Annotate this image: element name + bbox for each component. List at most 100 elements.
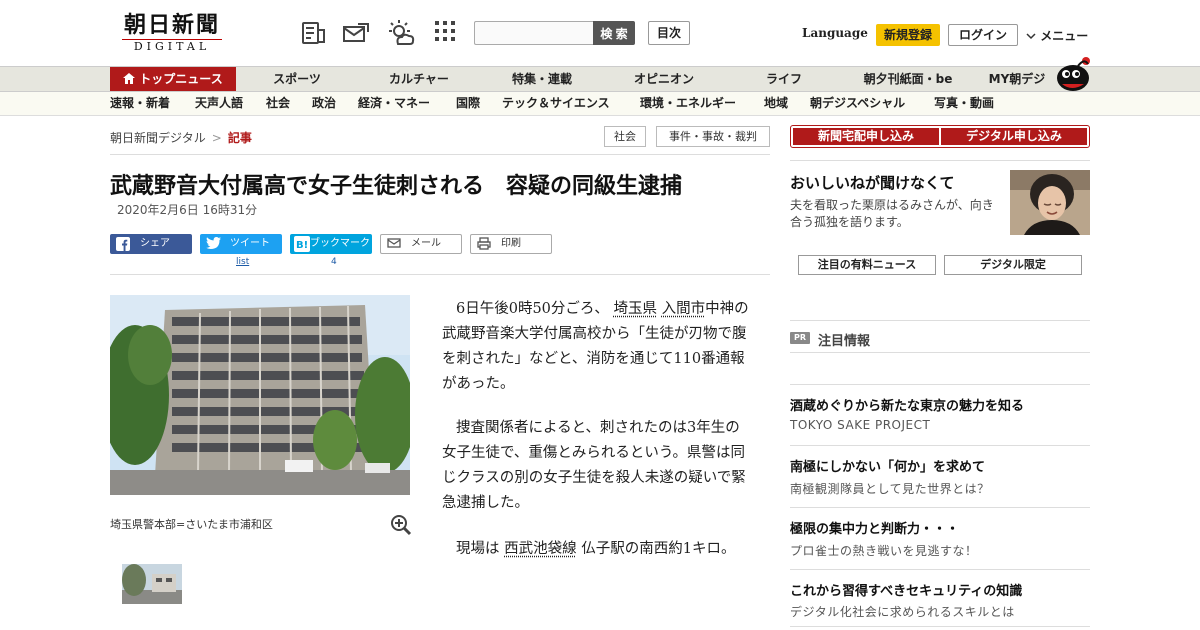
search-button[interactable]: 検 索 — [593, 21, 635, 45]
nav-opinion[interactable]: オピニオン — [624, 67, 704, 91]
mascot-icon[interactable] — [1052, 54, 1092, 92]
nav-features[interactable]: 特集・連載 — [502, 67, 582, 91]
divider — [110, 154, 770, 155]
printer-icon — [477, 237, 491, 257]
nav-label: トップニュース — [139, 72, 223, 86]
nav2-politics[interactable]: 政治 — [312, 92, 336, 115]
mail-icon[interactable] — [342, 20, 369, 46]
nav-my-asadigi[interactable]: MY朝デジ — [982, 67, 1052, 91]
twitter-share-button[interactable]: ツイート — [200, 234, 282, 254]
chevron-down-icon — [1026, 29, 1040, 43]
nav2-society[interactable]: 社会 — [266, 92, 290, 115]
breadcrumb-home[interactable]: 朝日新聞デジタル — [110, 131, 206, 145]
facebook-icon — [116, 237, 130, 259]
paragraph-text: 仏子駅の南西約1キロ。 — [581, 541, 736, 557]
site-logo[interactable]: 朝日新聞 DIGITAL — [112, 12, 232, 54]
home-icon — [123, 68, 136, 92]
link-seibu-ikebukuro[interactable]: 西武池袋線 — [504, 541, 577, 557]
nav-life[interactable]: ライフ — [756, 67, 812, 91]
tag-incident[interactable]: 事件・事故・裁判 — [656, 126, 770, 147]
subscribe-box: 新聞宅配申し込み デジタル申し込み — [790, 125, 1090, 148]
article-paragraph: 6日午後0時50分ごろ、 埼玉県 入間市中神の武蔵野音楽大学付属高校から「生徒が… — [442, 297, 754, 397]
pr-item-title[interactable]: 酒蔵めぐりから新たな東京の魅力を知る — [790, 395, 1024, 414]
divider — [110, 274, 770, 275]
nav2-special[interactable]: 朝デジスペシャル — [810, 92, 905, 115]
nav2-breaking[interactable]: 速報・新着 — [110, 92, 170, 115]
svg-text:B!: B! — [296, 240, 308, 251]
breadcrumb-separator: > — [211, 131, 222, 145]
contents-button[interactable]: 目次 — [648, 21, 690, 45]
paragraph-text: 現場は — [456, 541, 500, 557]
nav2-environment[interactable]: 環境・エネルギー — [640, 92, 736, 115]
twitter-icon — [206, 237, 221, 258]
article-paragraph: 現場は 西武池袋線 仏子駅の南西約1キロ。 — [442, 537, 754, 562]
nav2-economy[interactable]: 経済・マネー — [358, 92, 430, 115]
paid-news-tab[interactable]: 注目の有料ニュース — [798, 255, 936, 275]
search-input[interactable] — [474, 21, 594, 45]
subscribe-digital-button[interactable]: デジタル申し込み — [941, 128, 1087, 145]
divider — [790, 626, 1090, 627]
article-paragraph: 捜査関係者によると、刺されたのは3年生の女子生徒で、重傷とみられるという。県警は… — [442, 420, 746, 511]
nav2-tech[interactable]: テック＆サイエンス — [502, 92, 610, 115]
newspaper-icon[interactable] — [300, 20, 326, 46]
menu-button[interactable]: メニュー — [1026, 27, 1088, 44]
print-label: 印刷 — [501, 238, 521, 249]
feature-photo[interactable] — [1010, 170, 1090, 235]
pr-item-subtitle: プロ雀士の熱き戦いを見逃すな！ — [790, 544, 978, 558]
nav2-tenseijingo[interactable]: 天声人語 — [195, 92, 243, 115]
facebook-share-label: シェア — [140, 238, 170, 249]
hatena-bookmark-button[interactable]: B! ブックマーク — [290, 234, 372, 254]
tag-society[interactable]: 社会 — [604, 126, 646, 147]
hatena-count[interactable]: 4 — [331, 257, 337, 267]
zoom-in-icon[interactable] — [390, 514, 412, 540]
language-link[interactable]: Language — [802, 26, 868, 40]
pr-item-title[interactable]: 南極にしかない「何か」を求めて — [790, 456, 985, 475]
divider — [790, 384, 1090, 385]
facebook-share-button[interactable]: シェア — [110, 234, 192, 254]
nav-sports[interactable]: スポーツ — [258, 67, 336, 91]
nav2-photo-video[interactable]: 写真・動画 — [934, 92, 994, 115]
grid-icon[interactable] — [434, 20, 460, 46]
photo-thumbnail[interactable] — [122, 564, 182, 604]
print-button[interactable]: 印刷 — [470, 234, 552, 254]
divider — [790, 507, 1090, 508]
nav-paper[interactable]: 朝夕刊紙面・be — [856, 67, 960, 91]
mail-icon — [387, 237, 401, 256]
hatena-bookmark-label: ブックマーク — [310, 238, 370, 249]
twitter-count[interactable]: list — [236, 257, 249, 267]
divider — [790, 160, 1090, 161]
article-date: 2020年2月6日 16時31分 — [117, 203, 258, 217]
pr-item-subtitle: TOKYO SAKE PROJECT — [790, 418, 931, 432]
feature-description: 夫を看取った栗原はるみさんが、向き合う孤独を語ります。 — [790, 198, 994, 229]
divider — [790, 569, 1090, 570]
nav-top-news[interactable]: トップニュース — [110, 67, 236, 91]
hatena-icon: B! — [294, 236, 310, 260]
mail-share-button[interactable]: メール — [380, 234, 462, 254]
pr-section-title: 注目情報 — [818, 334, 871, 349]
pr-item-title[interactable]: 極限の集中力と判断力・・・ — [790, 518, 959, 537]
twitter-share-label: ツイート — [230, 238, 270, 249]
signup-button[interactable]: 新規登録 — [876, 24, 940, 46]
link-saitama[interactable]: 埼玉県 — [614, 301, 658, 317]
pr-item-subtitle: デジタル化社会に求められるスキルとは — [790, 605, 1015, 619]
login-button[interactable]: ログイン — [948, 24, 1018, 46]
article-headline: 武蔵野音大付属高で女子生徒刺される 容疑の同級生逮捕 — [110, 174, 683, 199]
pr-badge: PR — [790, 332, 810, 344]
breadcrumb: 朝日新聞デジタル > 記事 — [110, 129, 252, 146]
link-iruma[interactable]: 入間市 — [662, 301, 706, 317]
paragraph-text: 6日午後0時50分ごろ、 — [456, 301, 609, 317]
menu-label: メニュー — [1040, 29, 1089, 43]
digital-only-tab[interactable]: デジタル限定 — [944, 255, 1082, 275]
subscribe-paper-button[interactable]: 新聞宅配申し込み — [793, 128, 939, 145]
nav2-region[interactable]: 地域 — [764, 92, 788, 115]
divider — [790, 320, 1090, 321]
feature-title[interactable]: おいしいねが聞けなくて — [790, 172, 955, 193]
pr-item-subtitle: 南極観測隊員として見た世界とは？ — [790, 482, 990, 496]
article-photo[interactable] — [101, 295, 415, 495]
weather-icon[interactable] — [386, 20, 415, 46]
nav2-international[interactable]: 国際 — [456, 92, 480, 115]
nav-culture[interactable]: カルチャー — [378, 67, 460, 91]
divider — [790, 352, 1090, 353]
site-header: 朝日新聞 DIGITAL 検 索 目次 Language 新規登録 ログイン メ… — [0, 0, 1200, 66]
pr-item-title[interactable]: これから習得すべきセキュリティの知識 — [790, 580, 1022, 599]
